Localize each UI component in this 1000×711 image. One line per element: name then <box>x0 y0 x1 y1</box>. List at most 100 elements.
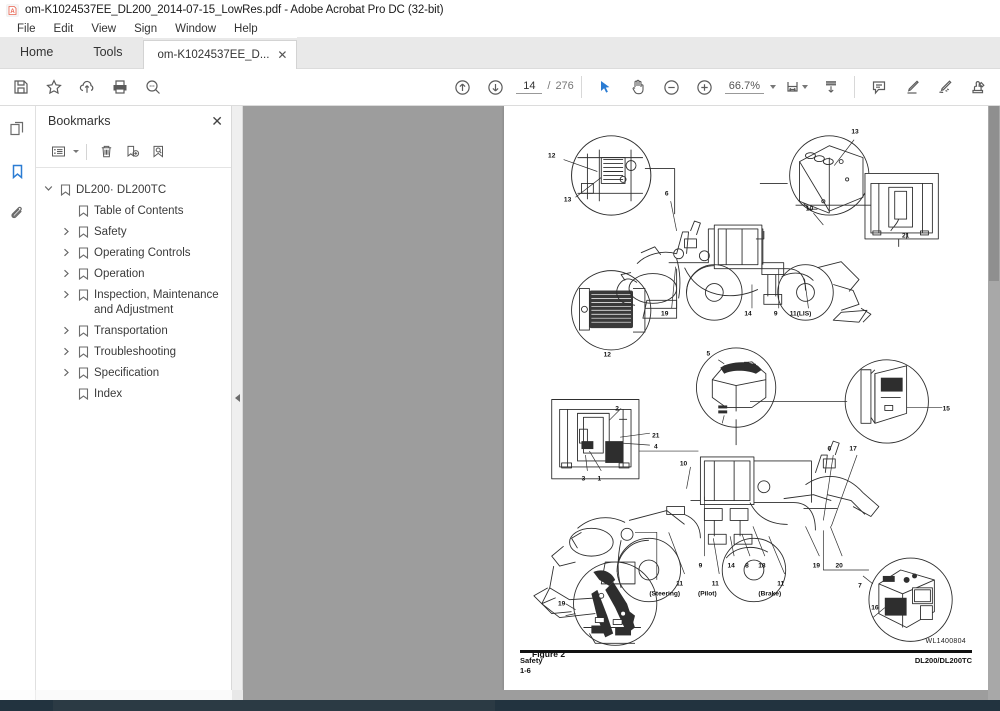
figure-callout: 16 <box>871 604 879 612</box>
stamp-icon[interactable] <box>961 72 994 102</box>
footer-page-number: 1-6 <box>520 666 531 675</box>
arrow-down-circle-icon[interactable] <box>479 72 512 102</box>
highlight-pen-icon[interactable] <box>895 72 928 102</box>
figure-callout: 21 <box>652 432 660 440</box>
fit-dropdown-chevron-icon[interactable] <box>802 85 808 89</box>
close-icon[interactable]: ✕ <box>277 49 287 61</box>
tab-strip-filler <box>297 37 1000 68</box>
menu-window[interactable]: Window <box>166 20 225 38</box>
main-toolbar: 14 / 276 66.7% <box>0 69 1000 106</box>
find-bookmark-icon[interactable] <box>146 141 170 163</box>
figure-callout: 14 <box>744 310 752 318</box>
taskbar-segment-left <box>0 700 53 711</box>
pdf-page: 12 13 6 19 14 9 11(LIS) 13 10 21 12 5 2 21 4 3 1 10 15 6 17 9… <box>504 106 988 690</box>
taskbar-segment-mid <box>53 700 495 711</box>
bookmark-item[interactable]: Safety <box>42 222 227 243</box>
collapse-panel-handle[interactable] <box>232 106 243 690</box>
bookmark-item[interactable]: Operating Controls <box>42 243 227 264</box>
chevron-down-icon[interactable] <box>73 150 79 153</box>
zoom-in-icon[interactable] <box>688 72 721 102</box>
bookmark-item[interactable]: Inspection, Maintenance and Adjustment <box>42 285 227 321</box>
bookmark-item[interactable]: DL200· DL200TC <box>42 180 227 201</box>
figure-callout: 12 <box>548 152 556 160</box>
scroll-mode-icon[interactable] <box>814 72 847 102</box>
bookmark-label: Operation <box>94 268 145 280</box>
page-navigation: 14 / 276 <box>516 80 574 94</box>
bookmark-options-icon[interactable] <box>46 141 70 163</box>
chevron-right-icon[interactable] <box>60 267 73 278</box>
print-icon[interactable] <box>103 72 136 102</box>
save-icon[interactable] <box>4 72 37 102</box>
page-separator: / <box>547 80 551 92</box>
tab-tools[interactable]: Tools <box>73 37 142 68</box>
bookmark-item[interactable]: Transportation <box>42 321 227 342</box>
menu-help[interactable]: Help <box>225 20 267 38</box>
sign-icon[interactable] <box>928 72 961 102</box>
page-thumbnails-icon[interactable] <box>5 116 31 142</box>
bookmarks-panel-title: Bookmarks <box>48 114 111 128</box>
chevron-down-icon[interactable] <box>770 85 776 89</box>
bookmark-item[interactable]: Specification <box>42 363 227 384</box>
comment-icon[interactable] <box>862 72 895 102</box>
navigation-rail <box>0 106 36 690</box>
chevron-left-icon <box>234 394 240 402</box>
vertical-scrollbar[interactable] <box>988 106 1000 690</box>
bookmarks-panel: Bookmarks ✕ DL200· DL200TC Table of Cont… <box>36 106 232 690</box>
zoom-out-icon[interactable] <box>655 72 688 102</box>
chevron-right-icon[interactable] <box>60 366 73 377</box>
tab-home[interactable]: Home <box>0 37 73 68</box>
hand-tool-icon[interactable] <box>622 72 655 102</box>
bookmark-icon <box>77 288 90 301</box>
new-bookmark-icon[interactable] <box>120 141 144 163</box>
upload-cloud-icon[interactable] <box>70 72 103 102</box>
page-number-input[interactable]: 14 <box>516 80 543 94</box>
chevron-down-icon[interactable] <box>42 183 55 192</box>
chevron-right-icon[interactable] <box>60 246 73 257</box>
bookmark-label: DL200· DL200TC <box>76 184 167 196</box>
tab-document[interactable]: om-K1024537EE_D... ✕ <box>142 40 298 69</box>
document-viewer[interactable]: 12 13 6 19 14 9 11(LIS) 13 10 21 12 5 2 21 4 3 1 10 15 6 17 9… <box>243 106 1000 690</box>
figure-callout: 13 <box>851 128 859 136</box>
bookmarks-icon[interactable] <box>5 158 31 184</box>
bookmark-icon <box>59 183 72 196</box>
menu-file[interactable]: File <box>8 20 45 38</box>
bookmark-item[interactable]: Table of Contents <box>42 201 227 222</box>
cursor-arrow-icon[interactable] <box>589 72 622 102</box>
delete-bookmark-icon[interactable] <box>94 141 118 163</box>
tab-strip: Home Tools om-K1024537EE_D... ✕ <box>0 37 1000 69</box>
arrow-up-circle-icon[interactable] <box>446 72 479 102</box>
chevron-right-icon[interactable] <box>60 345 73 356</box>
acrobat-icon: A <box>6 3 19 17</box>
figure-illustration: 12 13 6 19 14 9 11(LIS) 13 10 21 12 5 2 21 4 3 1 10 15 6 17 9… <box>520 114 976 660</box>
svg-text:A: A <box>10 9 15 15</box>
close-icon[interactable]: ✕ <box>211 114 223 128</box>
zoom-control[interactable]: 66.7% <box>724 80 776 94</box>
zoom-level-value[interactable]: 66.7% <box>724 80 764 94</box>
taskbar-segment-right <box>495 700 1000 711</box>
star-icon[interactable] <box>37 72 70 102</box>
chevron-right-icon[interactable] <box>60 288 73 299</box>
chevron-right-icon[interactable] <box>60 225 73 236</box>
chevron-right-icon[interactable] <box>60 324 73 335</box>
menu-sign[interactable]: Sign <box>125 20 166 38</box>
bottom-strip <box>0 690 1000 700</box>
bookmark-item[interactable]: Index <box>42 384 227 405</box>
attachments-icon[interactable] <box>5 200 31 226</box>
bookmark-icon <box>77 387 90 400</box>
figure-callout: 19 <box>812 562 821 570</box>
bookmark-item[interactable]: Troubleshooting <box>42 342 227 363</box>
menu-edit[interactable]: Edit <box>45 20 83 38</box>
search-icon[interactable] <box>136 72 169 102</box>
windows-taskbar[interactable] <box>0 700 1000 711</box>
menu-view[interactable]: View <box>82 20 125 38</box>
window-title: om-K1024537EE_DL200_2014-07-15_LowRes.pd… <box>25 4 444 16</box>
figure-callout: 7 <box>858 582 862 590</box>
figure-callout: 9 <box>773 310 778 318</box>
bookmark-icon <box>77 204 90 217</box>
toolbar-divider-1 <box>580 76 582 98</box>
figure-callout: 13 <box>563 196 572 204</box>
figure-callout: (Steering) <box>649 590 681 598</box>
bookmark-item[interactable]: Operation <box>42 264 227 285</box>
scrollbar-thumb[interactable] <box>989 106 999 281</box>
